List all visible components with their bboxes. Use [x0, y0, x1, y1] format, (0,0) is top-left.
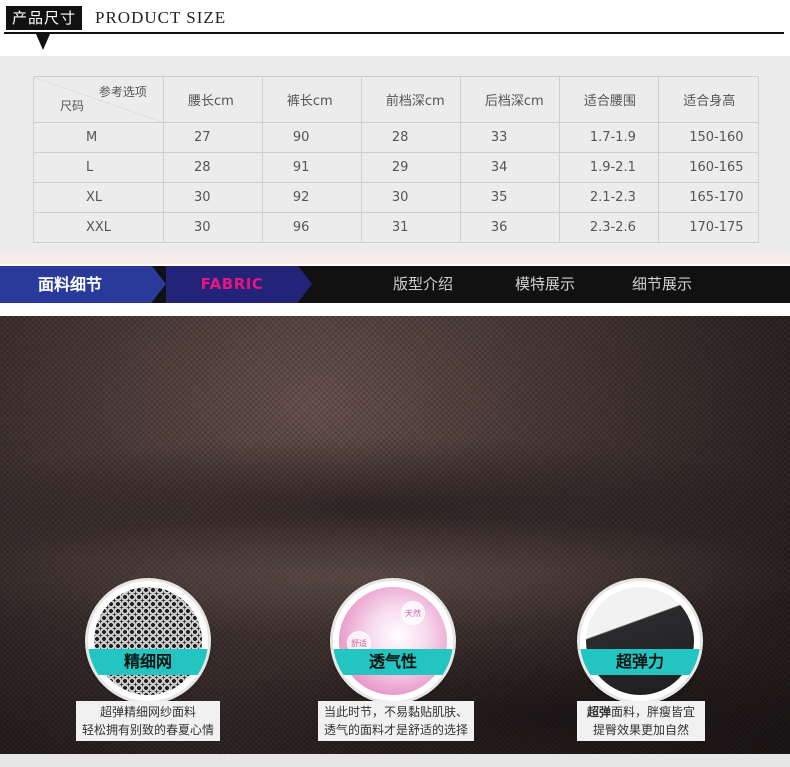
table-cell: 170-175: [658, 212, 759, 243]
size-cell: M: [33, 122, 164, 153]
nav-tab-model[interactable]: 模特展示: [515, 266, 575, 303]
size-table: 参考选项 尺码 腰长cm 裤长cm 前档深cm 后档深cm 适合腰围 适合身高 …: [33, 76, 759, 243]
caption-line: 超弹精细网纱面料: [99, 705, 196, 719]
breathable-illustration: 天然 舒适: [339, 587, 447, 695]
table-cell: 1.9-2.1: [558, 152, 660, 183]
table-cell: 92: [261, 182, 362, 213]
feature-caption: 超弹精细网纱面料 轻松拥有别致的春夏心情: [76, 701, 220, 741]
table-cell: 90: [261, 122, 362, 153]
table-cell: 150-160: [658, 122, 759, 153]
nav-chevron-icon: [298, 266, 312, 302]
corner-label-options: 参考选项: [98, 85, 147, 99]
divider-strip: [0, 254, 790, 264]
nav-tab-details[interactable]: 细节展示: [632, 266, 692, 303]
feature-label: 超弹力: [580, 649, 700, 675]
header-rule: [4, 32, 784, 34]
nav-tab-style[interactable]: 版型介绍: [393, 266, 453, 303]
table-cell: 31: [360, 212, 461, 243]
table-cell: 2.1-2.3: [558, 182, 660, 213]
column-header: 适合身高: [658, 76, 759, 123]
caption-bold: 超弹: [586, 705, 611, 719]
table-cell: 36: [459, 212, 560, 243]
detail-nav-bar: 面料细节 FABRIC 版型介绍 模特展示 细节展示: [0, 266, 790, 303]
table-cell: 30: [162, 182, 263, 213]
table-cell: 165-170: [658, 182, 759, 213]
column-header: 腰长cm: [162, 76, 263, 123]
table-cell: 91: [261, 152, 362, 183]
table-row: L 28 91 29 34 1.9-2.1 160-165: [33, 152, 759, 183]
size-section-header: 产品尺寸 PRODUCT SIZE: [0, 0, 790, 56]
section-tag-cn: 产品尺寸: [6, 6, 83, 30]
table-cell: 29: [360, 152, 461, 183]
leg-model-image: [586, 587, 694, 695]
size-cell: XXL: [33, 212, 164, 243]
caption-line: 提臀效果更加自然: [592, 723, 689, 737]
table-row: M 27 90 28 33 1.7-1.9 150-160: [33, 122, 759, 153]
table-cell: 30: [162, 212, 263, 243]
pointer-down-icon: [36, 34, 50, 50]
table-row: XXL 30 96 31 36 2.3-2.6 170-175: [33, 212, 759, 243]
feature-caption: 超弹面料，胖瘦皆宜 提臀效果更加自然: [577, 701, 705, 741]
column-header: 前档深cm: [360, 76, 461, 123]
table-cell: 28: [162, 152, 263, 183]
section-title-en: PRODUCT SIZE: [95, 8, 227, 27]
caption-rest: 面料，胖瘦皆宜: [611, 705, 696, 719]
table-cell: 1.7-1.9: [558, 122, 660, 153]
corner-label-size: 尺码: [60, 99, 85, 113]
size-cell: L: [33, 152, 164, 183]
mesh-texture-image: [94, 587, 202, 695]
table-cell: 34: [459, 152, 560, 183]
feature-label: 透气性: [333, 649, 453, 675]
nav-tab-fabric-detail[interactable]: 面料细节: [0, 266, 152, 303]
table-cell: 27: [162, 122, 263, 153]
caption-line: 超弹面料，胖瘦皆宜: [583, 703, 699, 721]
table-cell: 2.3-2.6: [558, 212, 660, 243]
feature-badge-mesh: 精细网: [88, 581, 208, 701]
table-cell: 28: [360, 122, 461, 153]
feature-caption: 当此时节，不易黏贴肌肤、 透气的面料才是舒适的选择: [318, 701, 474, 741]
table-cell: 96: [261, 212, 362, 243]
footer-strip: [0, 754, 790, 767]
nav-chevron-icon: [152, 266, 166, 302]
column-header: 后档深cm: [459, 76, 560, 123]
nav-fabric-label: FABRIC: [166, 266, 298, 303]
fabric-closeup-image: 精细网 超弹精细网纱面料 轻松拥有别致的春夏心情 天然 舒适 透气性 当此时节，…: [0, 316, 790, 754]
table-cell: 30: [360, 182, 461, 213]
feature-badge-breathable: 天然 舒适 透气性: [333, 581, 453, 701]
table-row: XL 30 92 30 35 2.1-2.3 165-170: [33, 182, 759, 213]
table-cell: 35: [459, 182, 560, 213]
table-header-row: 参考选项 尺码 腰长cm 裤长cm 前档深cm 后档深cm 适合腰围 适合身高: [33, 76, 759, 123]
column-header: 适合腰围: [558, 76, 660, 123]
caption-line: 透气的面料才是舒适的选择: [324, 723, 469, 737]
feature-label: 精细网: [88, 649, 208, 675]
feature-badge-elastic: 超弹力: [580, 581, 700, 701]
size-cell: XL: [33, 182, 164, 213]
bubble-natural: 天然: [401, 601, 425, 625]
column-header: 裤长cm: [261, 76, 362, 123]
caption-line: 轻松拥有别致的春夏心情: [82, 723, 215, 737]
caption-line: 当此时节，不易黏贴肌肤、: [324, 705, 469, 719]
size-table-panel: 参考选项 尺码 腰长cm 裤长cm 前档深cm 后档深cm 适合腰围 适合身高 …: [0, 56, 790, 254]
table-cell: 33: [459, 122, 560, 153]
table-corner-cell: 参考选项 尺码: [33, 76, 164, 123]
table-cell: 160-165: [658, 152, 759, 183]
